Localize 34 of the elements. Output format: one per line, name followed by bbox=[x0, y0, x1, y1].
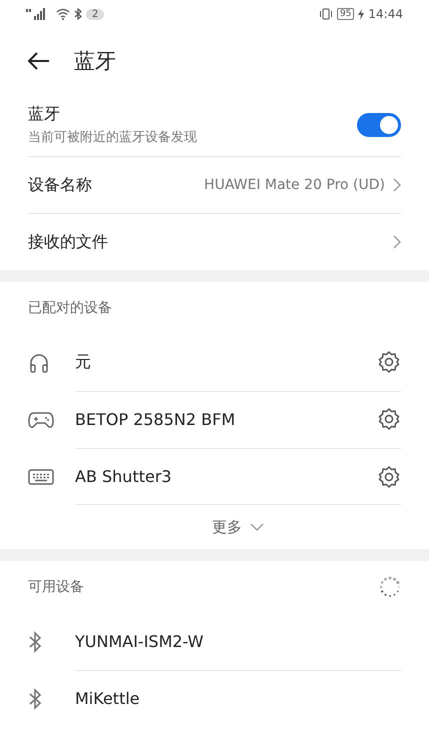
settings-icon[interactable] bbox=[377, 407, 401, 431]
settings-icon[interactable] bbox=[377, 350, 401, 374]
settings-icon[interactable] bbox=[377, 464, 401, 488]
keyboard-icon bbox=[28, 468, 54, 486]
device-name[interactable]: BETOP 2585N2 BFM bbox=[75, 410, 236, 428]
clock-time: 14:44 bbox=[368, 7, 403, 21]
setting-value: HUAWEI Mate 20 Pro (UD) bbox=[204, 177, 385, 193]
notification-count: 2 bbox=[86, 8, 104, 20]
device-name[interactable]: AB Shutter3 bbox=[75, 467, 172, 486]
more-button[interactable]: 更多 bbox=[204, 514, 272, 540]
bluetooth-icon bbox=[28, 688, 42, 710]
charging-icon bbox=[358, 8, 364, 20]
setting-label[interactable]: 接收的文件 bbox=[28, 232, 108, 252]
page-title: 蓝牙 bbox=[74, 48, 116, 75]
section-title: 可用设备 bbox=[28, 578, 84, 596]
bluetooth-description: 当前可被附近的蓝牙设备发现 bbox=[28, 129, 197, 146]
back-icon[interactable] bbox=[28, 52, 50, 70]
device-name[interactable]: MiKettle bbox=[75, 689, 140, 708]
wifi-icon bbox=[56, 8, 70, 20]
vibrate-icon bbox=[318, 8, 333, 20]
section-title: 已配对的设备 bbox=[28, 299, 113, 318]
device-name[interactable]: 元 bbox=[75, 352, 91, 372]
chevron-down-icon bbox=[250, 523, 264, 531]
chevron-icon[interactable] bbox=[393, 235, 401, 249]
device-name[interactable]: YUNMAI-ISM2-W bbox=[75, 632, 204, 650]
bluetooth-label: 蓝牙 bbox=[28, 104, 61, 125]
chevron-icon[interactable] bbox=[393, 178, 401, 192]
gamepad-icon bbox=[28, 410, 54, 428]
setting-label[interactable]: 设备名称 bbox=[28, 174, 92, 196]
bluetooth-icon bbox=[74, 8, 82, 20]
battery-level: 95 bbox=[336, 8, 354, 20]
bluetooth-switch[interactable] bbox=[357, 113, 401, 137]
bluetooth-icon bbox=[28, 630, 42, 652]
headphones-icon bbox=[28, 352, 50, 374]
